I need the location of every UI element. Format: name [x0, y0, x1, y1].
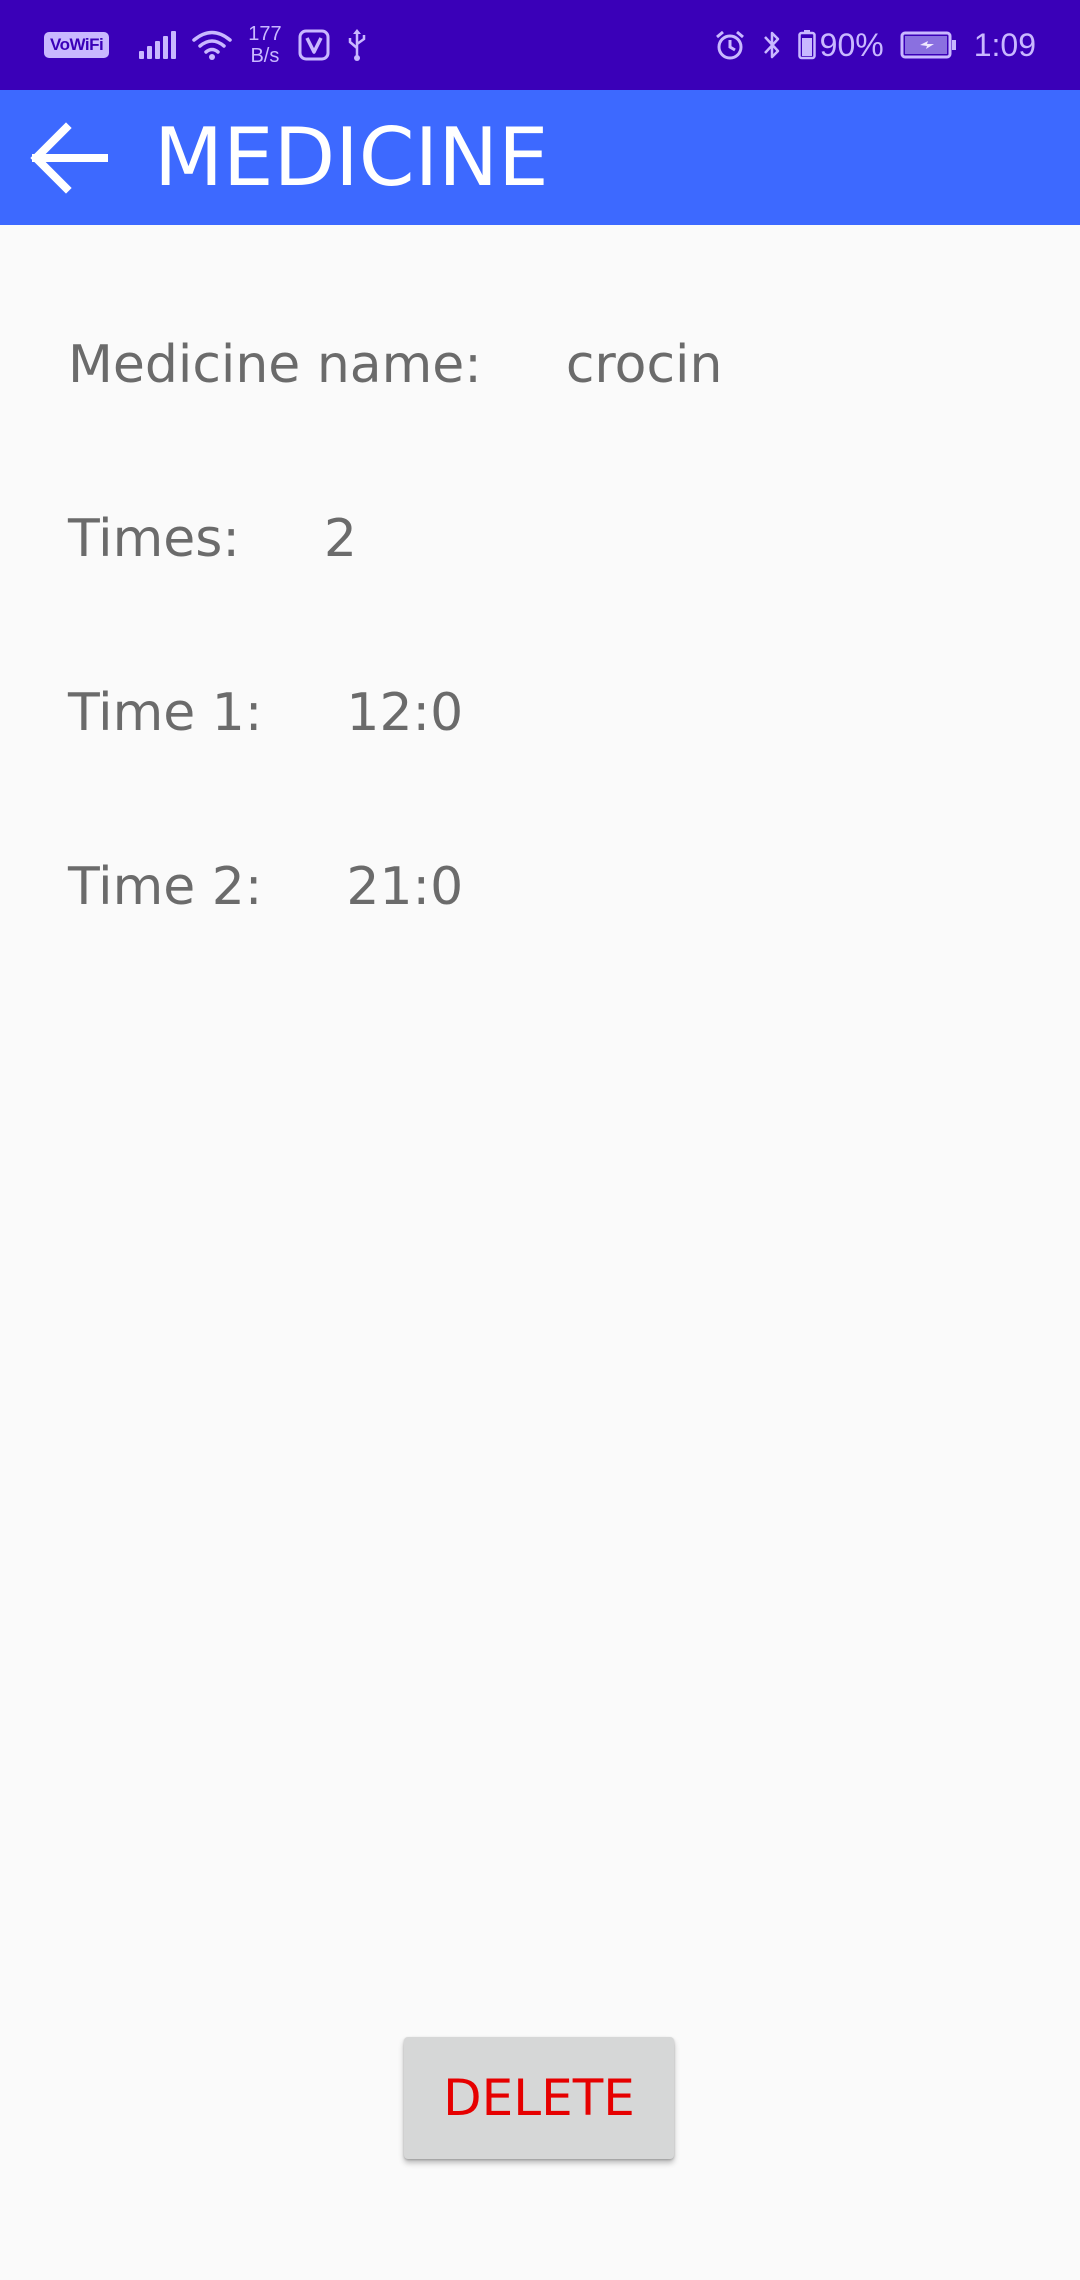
- delete-button[interactable]: DELETE: [404, 2037, 674, 2159]
- time-1-label: Time 1:: [68, 683, 263, 743]
- time-2-row: Time 2: 21:0: [68, 857, 463, 917]
- usb-icon: [346, 28, 368, 62]
- charging-battery-icon: [900, 31, 958, 59]
- network-speed-value: 177: [248, 23, 282, 45]
- times-label: Times:: [68, 509, 240, 569]
- medicine-screen: VoWiFi 177 B/s 90% 1:09 MEDICINE Medicin…: [0, 0, 1080, 2280]
- network-speed-unit: B/s: [250, 45, 280, 67]
- battery-icon: [797, 30, 816, 60]
- medicine-name-label: Medicine name:: [68, 335, 482, 395]
- clock: 1:09: [973, 26, 1036, 63]
- status-bar-left: VoWiFi 177 B/s: [44, 23, 368, 67]
- arrow-back-icon: [30, 121, 108, 194]
- page-title: MEDICINE: [154, 111, 549, 204]
- medicine-name-value: crocin: [565, 335, 723, 395]
- signal-icon: [139, 31, 177, 59]
- status-bar: VoWiFi 177 B/s 90% 1:09: [0, 0, 1080, 90]
- vowifi-icon: VoWiFi: [44, 32, 110, 58]
- time-2-value: 21:0: [346, 857, 464, 917]
- wifi-icon: [192, 29, 232, 61]
- time-2-label: Time 2:: [68, 857, 263, 917]
- status-bar-right: 90% 1:09: [714, 27, 1036, 64]
- app-bar: MEDICINE: [0, 90, 1080, 225]
- medicine-name-row: Medicine name: crocin: [68, 335, 722, 395]
- network-speed: 177 B/s: [248, 23, 281, 67]
- battery-percent: 90%: [819, 26, 884, 63]
- back-button[interactable]: [20, 110, 116, 206]
- time-1-value: 12:0: [346, 683, 464, 743]
- bluetooth-icon: [762, 28, 782, 62]
- times-value: 2: [323, 509, 357, 569]
- app-icon: [298, 29, 330, 61]
- alarm-icon: [714, 29, 746, 61]
- times-row: Times: 2: [68, 509, 357, 569]
- time-1-row: Time 1: 12:0: [68, 683, 463, 743]
